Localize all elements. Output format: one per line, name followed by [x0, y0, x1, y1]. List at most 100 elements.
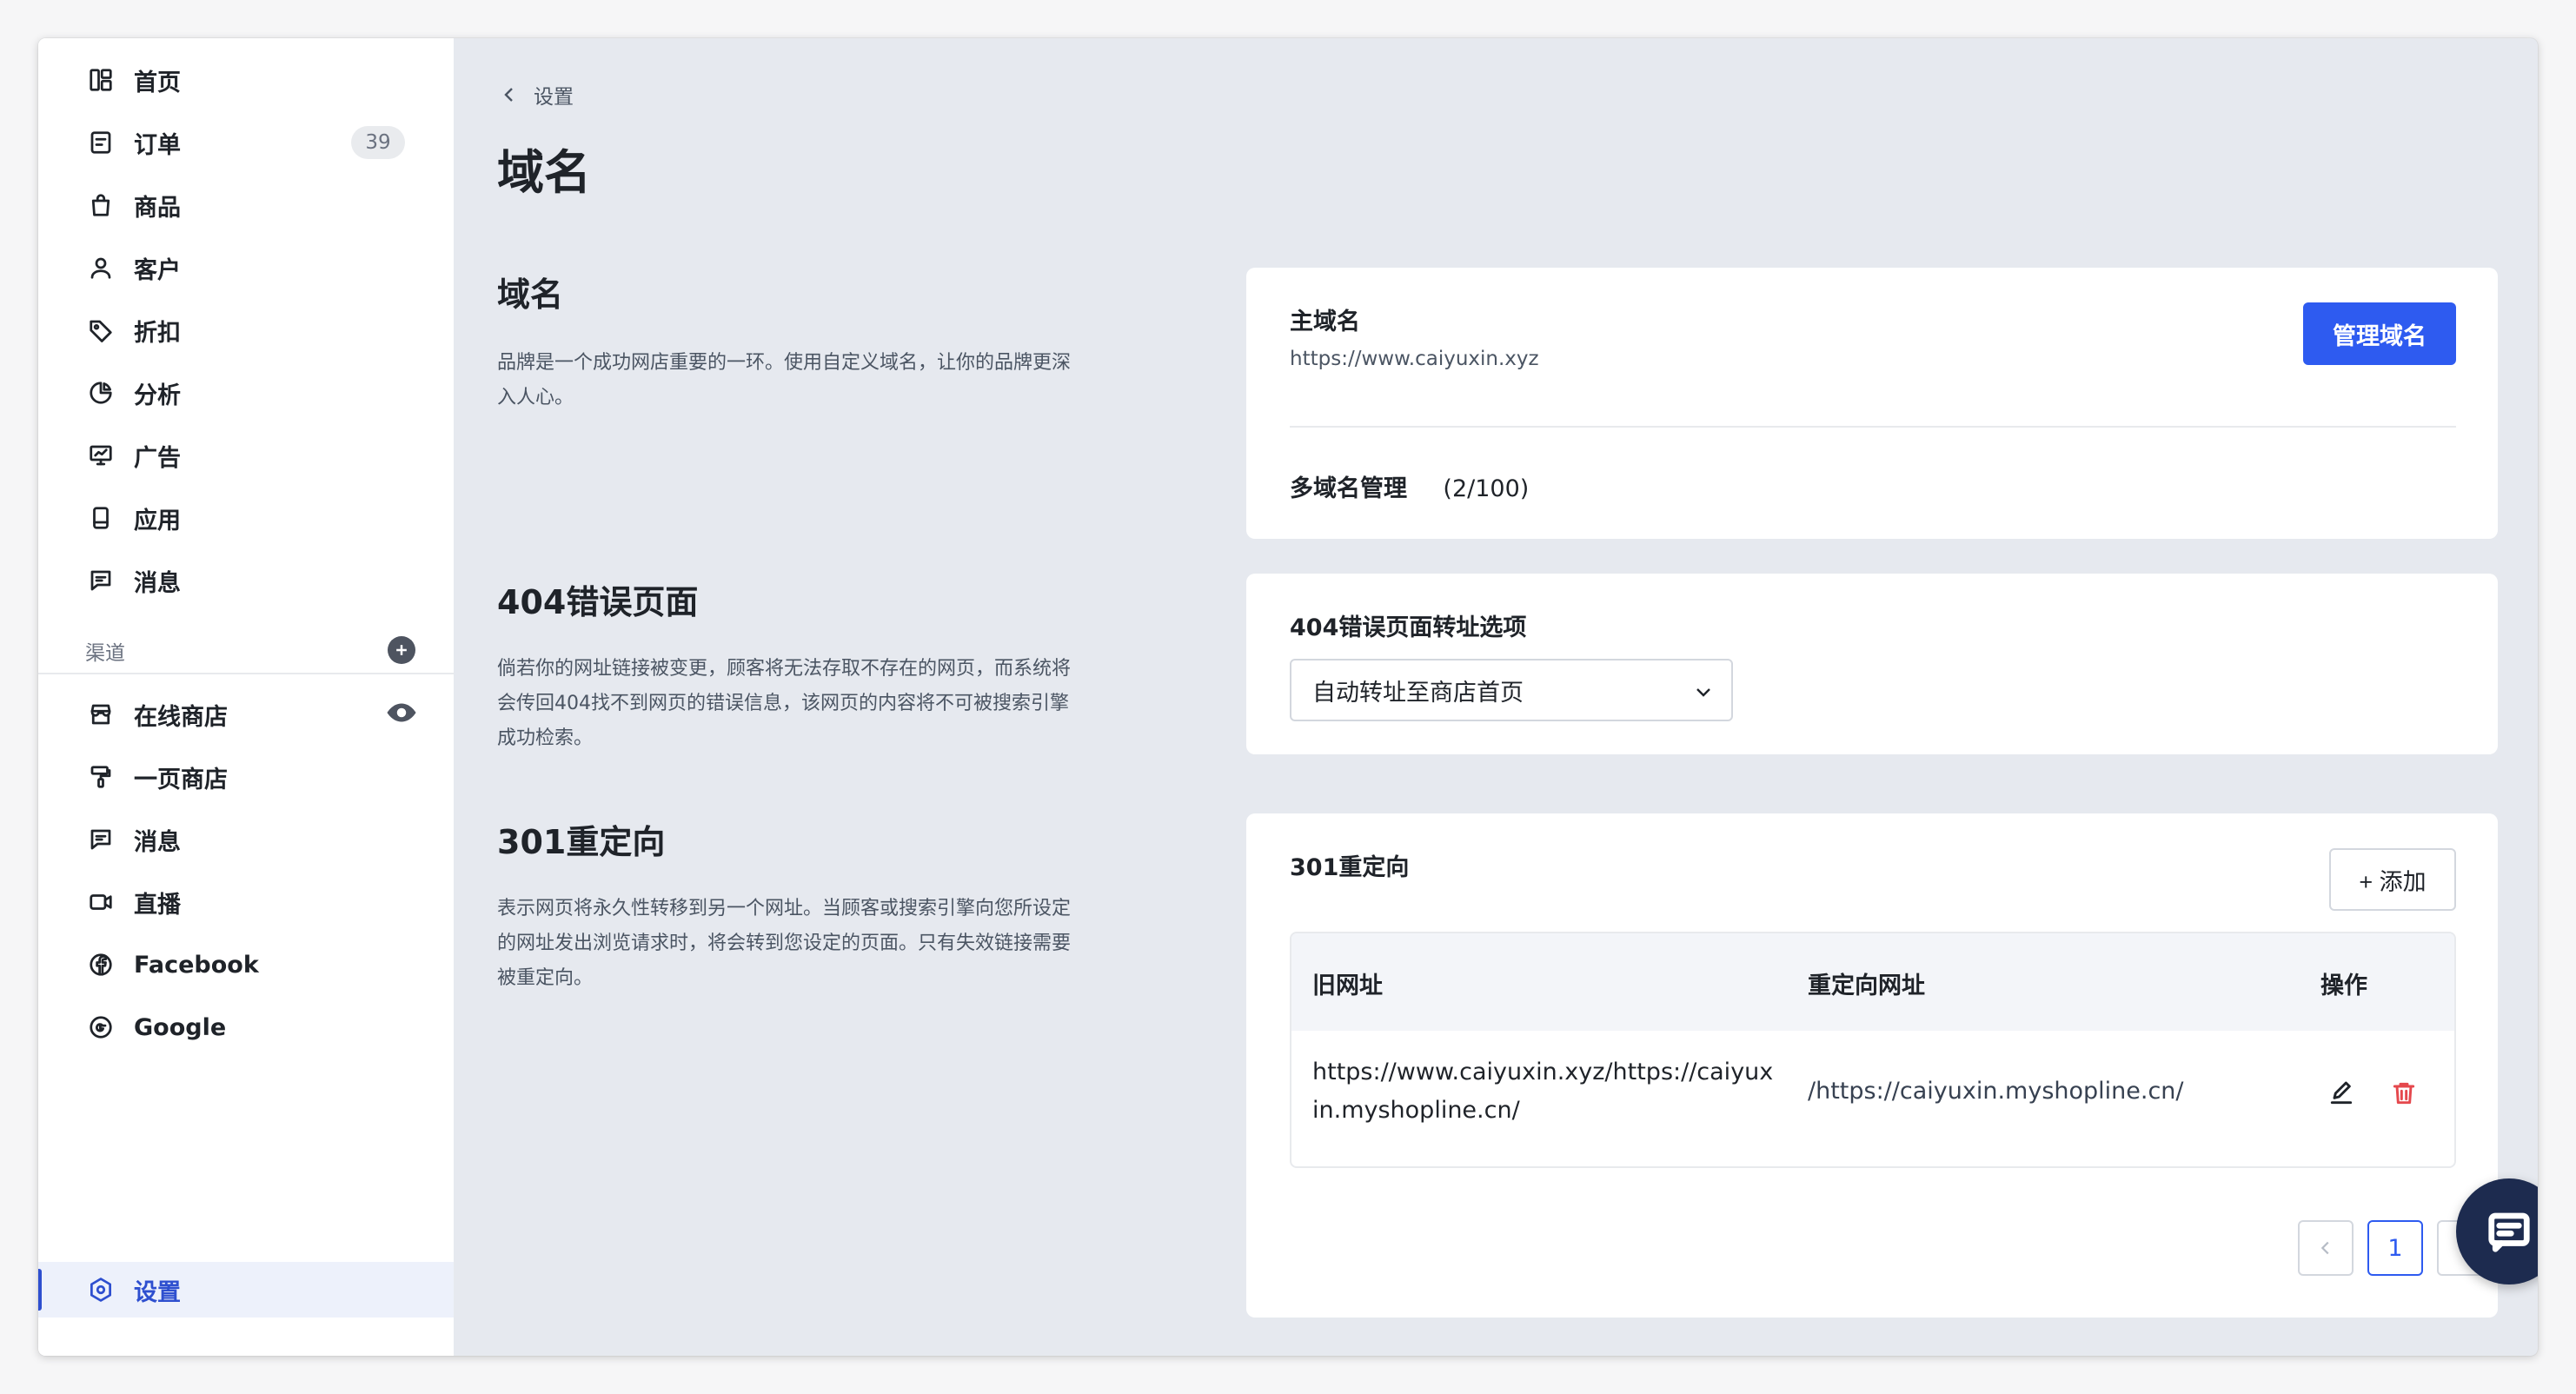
sidebar-item-label: 应用 [134, 507, 181, 534]
desc-line: 会传回404找不到网页的错误信息，该网页的内容将不可被搜索引擎 [497, 693, 1069, 714]
redirect-section-title: 301重定向 [497, 823, 666, 861]
sidebar-item-google[interactable]: Google [38, 999, 454, 1055]
facebook-icon [87, 951, 115, 979]
page-1-button[interactable]: 1 [2367, 1220, 2423, 1276]
pie-chart-icon [87, 379, 115, 407]
multi-domain-text: 多域名管理 [1290, 475, 1407, 502]
domain-section-desc: 品牌是一个成功网店重要的一环。使用自定义域名，让你的品牌更深 入人心。 [497, 346, 1166, 415]
monitor-icon [87, 441, 115, 469]
sidebar-item-settings[interactable]: 设置 [38, 1262, 454, 1318]
sidebar-item-customers[interactable]: 客户 [38, 240, 454, 295]
sidebar-item-discounts[interactable]: 折扣 [38, 302, 454, 358]
sidebar-item-label: 商品 [134, 194, 181, 222]
user-icon [87, 254, 115, 282]
message-icon [87, 567, 115, 594]
sidebar-item-ads[interactable]: 广告 [38, 428, 454, 483]
store-icon [87, 700, 115, 728]
google-icon [87, 1013, 115, 1041]
divider [1290, 426, 2456, 428]
order-icon [87, 129, 115, 156]
redirect-url-cell: /https://caiyuxin.myshopline.cn/ [1808, 1078, 2184, 1105]
sidebar-item-home[interactable]: 首页 [38, 52, 454, 108]
sidebar-item-messages[interactable]: 消息 [38, 553, 454, 608]
sidebar-item-label: 一页商店 [134, 766, 228, 793]
domain-card: 主域名 https://www.caiyuxin.xyz 管理域名 多域名管理 … [1246, 268, 2498, 539]
column-header-redirect-url: 重定向网址 [1808, 972, 1925, 999]
sidebar-item-facebook[interactable]: Facebook [38, 937, 454, 992]
sidebar-item-apps[interactable]: 应用 [38, 490, 454, 546]
active-indicator [38, 1269, 42, 1311]
primary-domain-url: https://www.caiyuxin.xyz [1290, 348, 1539, 370]
multi-domain-label[interactable]: 多域名管理 (2/100) [1290, 469, 1529, 503]
error404-card: 404错误页面转址选项 自动转址至商店首页 [1246, 574, 2498, 754]
chevron-left-icon [2320, 1241, 2329, 1255]
sidebar-item-online-store[interactable]: 在线商店 [38, 687, 454, 742]
sidebar-item-label: 广告 [134, 444, 181, 472]
sidebar-item-one-page-store[interactable]: 一页商店 [38, 749, 454, 805]
redirect-label: 301重定向 [1290, 854, 1410, 881]
prev-page-button[interactable] [2298, 1220, 2354, 1276]
video-icon [87, 888, 115, 916]
old-url-line: https://www.caiyuxin.xyz/https://caiyux [1312, 1059, 1774, 1085]
dashboard-icon [87, 66, 115, 94]
desc-line: 成功检索。 [497, 727, 594, 749]
old-url-line: in.myshopline.cn/ [1312, 1097, 1520, 1124]
channel-header: 渠道 [38, 631, 454, 674]
sidebar-item-label: Google [134, 1013, 227, 1041]
sidebar-item-label: 消息 [134, 828, 181, 856]
column-header-actions: 操作 [2320, 972, 2367, 999]
error404-redirect-select[interactable]: 自动转址至商店首页 [1290, 659, 1733, 721]
table-header: 旧网址 重定向网址 操作 [1291, 933, 2454, 1031]
add-redirect-button[interactable]: + 添加 [2329, 848, 2456, 911]
redirect-table: 旧网址 重定向网址 操作 https://www.caiyuxin.xyz/ht… [1290, 932, 2456, 1168]
sidebar-item-label: 分析 [134, 382, 181, 409]
delete-icon[interactable] [2390, 1079, 2418, 1107]
error404-section-title: 404错误页面 [497, 583, 699, 621]
back-link[interactable]: 设置 [499, 80, 574, 110]
paint-roller-icon [87, 763, 115, 791]
sidebar-item-label: 订单 [134, 131, 181, 159]
edit-icon[interactable] [2327, 1079, 2355, 1107]
sidebar-item-label: Facebook [134, 951, 259, 979]
order-count-badge: 39 [351, 126, 405, 159]
error404-section-desc: 倘若你的网址链接被变更，顾客将无法存取不存在的网页，而系统将 会传回404找不到… [497, 652, 1166, 756]
sidebar-item-products[interactable]: 商品 [38, 177, 454, 233]
sidebar-item-analytics[interactable]: 分析 [38, 365, 454, 421]
chevron-left-icon [504, 88, 513, 102]
eye-icon[interactable] [386, 697, 417, 732]
manage-domain-button[interactable]: 管理域名 [2303, 302, 2456, 365]
sidebar: 首页 订单 39 商品 客户 折扣 分析 广告 应用 消息 渠道 在线商店 一页… [38, 38, 454, 1356]
settings-icon [87, 1276, 115, 1304]
desc-line: 倘若你的网址链接被变更，顾客将无法存取不存在的网页，而系统将 [497, 658, 1072, 680]
channel-section-label: 渠道 [85, 642, 125, 665]
desc-line: 的网址发出浏览请求时，将会转到您设定的页面。只有失效链接需要 [497, 933, 1072, 954]
sidebar-item-label: 首页 [134, 69, 181, 96]
column-header-old-url: 旧网址 [1312, 972, 1383, 999]
add-channel-button[interactable] [388, 636, 415, 664]
chat-icon [2488, 1212, 2530, 1252]
select-value: 自动转址至商店首页 [1312, 679, 1524, 707]
sidebar-item-channel-messages[interactable]: 消息 [38, 812, 454, 867]
sidebar-item-live[interactable]: 直播 [38, 874, 454, 930]
message-icon [87, 826, 115, 853]
error404-option-label: 404错误页面转址选项 [1290, 614, 1527, 641]
sidebar-item-label: 设置 [134, 1278, 181, 1306]
tag-icon [87, 316, 115, 344]
primary-domain-label: 主域名 [1290, 309, 1360, 335]
app-window: 首页 订单 39 商品 客户 折扣 分析 广告 应用 消息 渠道 在线商店 一页… [38, 38, 2538, 1356]
sidebar-item-label: 客户 [134, 256, 181, 284]
back-label: 设置 [534, 86, 574, 109]
old-url-cell: https://www.caiyuxin.xyz/https://caiyux … [1312, 1053, 1773, 1130]
desc-line: 表示网页将永久性转移到另一个网址。当顾客或搜索引擎向您所设定 [497, 898, 1072, 919]
sidebar-item-orders[interactable]: 订单 39 [38, 115, 454, 170]
sidebar-item-label: 在线商店 [134, 703, 228, 731]
sidebar-item-label: 折扣 [134, 319, 181, 347]
redirect-section-desc: 表示网页将永久性转移到另一个网址。当顾客或搜索引擎向您所设定 的网址发出浏览请求… [497, 892, 1166, 996]
desc-line: 入人心。 [497, 387, 574, 408]
desc-line: 品牌是一个成功网店重要的一环。使用自定义域名，让你的品牌更深 [497, 352, 1072, 374]
sidebar-item-label: 直播 [134, 891, 181, 919]
domain-section-title: 域名 [497, 275, 564, 314]
app-icon [87, 504, 115, 532]
chevron-down-icon [1696, 688, 1710, 697]
multi-domain-count: (2/100) [1443, 475, 1530, 502]
